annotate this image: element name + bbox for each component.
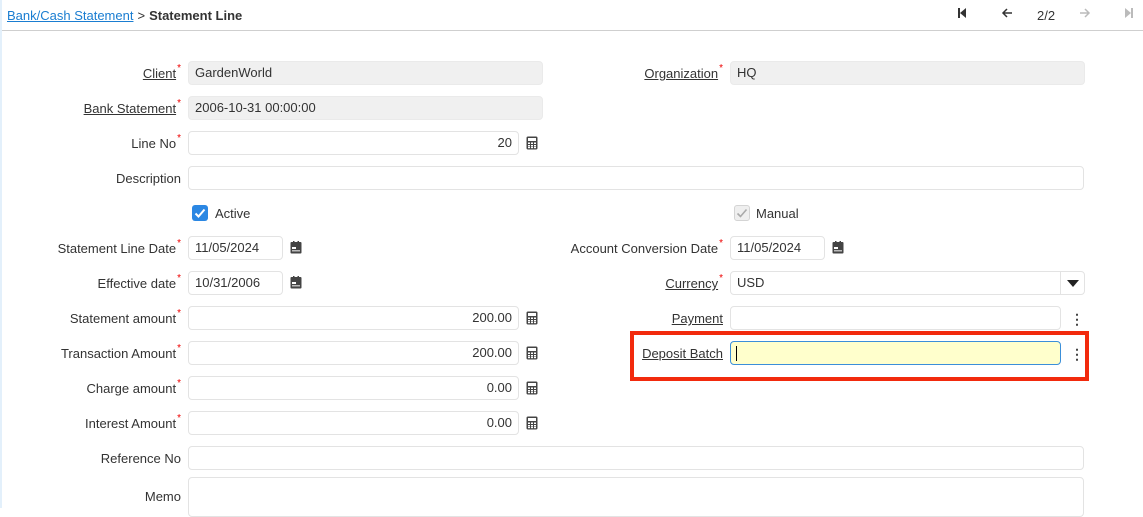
manual-label: Manual: [756, 206, 799, 221]
dropdown-button[interactable]: [1060, 272, 1084, 294]
organization-label[interactable]: Organization*: [644, 63, 723, 81]
reference-no-field[interactable]: [188, 446, 1084, 470]
breadcrumb-separator: >: [137, 8, 146, 23]
statement-line-date-label: Statement Line Date*: [57, 238, 181, 256]
manual-checkbox[interactable]: [734, 205, 750, 221]
account-conversion-date-field[interactable]: 11/05/2024: [730, 236, 825, 260]
active-checkbox[interactable]: [192, 205, 208, 221]
statement-amount-field[interactable]: 200.00: [188, 306, 519, 330]
previous-record-button[interactable]: [1001, 7, 1013, 22]
more-options-icon[interactable]: ⋮: [1070, 312, 1084, 326]
description-field[interactable]: [188, 166, 1084, 190]
calculator-icon[interactable]: [526, 346, 540, 362]
account-conversion-date-label: Account Conversion Date*: [570, 238, 723, 256]
client-label[interactable]: Client*: [143, 63, 181, 81]
checkmark-icon: [194, 208, 206, 218]
memo-textarea[interactable]: [188, 477, 1084, 517]
currency-select[interactable]: USD: [730, 271, 1085, 295]
checkmark-icon: [736, 208, 748, 218]
calendar-icon[interactable]: [832, 241, 846, 257]
interest-amount-label: Interest Amount*: [85, 413, 181, 431]
client-field[interactable]: GardenWorld: [188, 61, 543, 85]
previous-record-icon: [1001, 8, 1012, 18]
first-record-icon: [958, 8, 966, 18]
interest-amount-field[interactable]: 0.00: [188, 411, 519, 435]
active-label: Active: [215, 206, 251, 221]
effective-date-field[interactable]: 10/31/2006: [188, 271, 283, 295]
more-options-icon[interactable]: ⋮: [1070, 347, 1084, 361]
record-count: 2/2: [1037, 8, 1056, 23]
charge-amount-field[interactable]: 0.00: [188, 376, 519, 400]
transaction-amount-field[interactable]: 200.00: [188, 341, 519, 365]
deposit-batch-label[interactable]: Deposit Batch: [642, 346, 723, 361]
next-record-icon: [1080, 8, 1091, 18]
deposit-batch-field[interactable]: [730, 341, 1061, 365]
effective-date-label: Effective date*: [97, 273, 181, 291]
bank-statement-field[interactable]: 2006-10-31 00:00:00: [188, 96, 543, 120]
memo-label: Memo: [144, 489, 181, 504]
charge-amount-label: Charge amount*: [86, 378, 181, 396]
statement-line-date-field[interactable]: 11/05/2024: [188, 236, 283, 260]
currency-label[interactable]: Currency*: [665, 273, 723, 291]
breadcrumb-parent-link[interactable]: Bank/Cash Statement: [7, 8, 133, 23]
payment-label[interactable]: Payment: [672, 311, 723, 326]
top-bar: Bank/Cash Statement > Statement Line 2/2: [2, 0, 1143, 31]
breadcrumb: Bank/Cash Statement > Statement Line: [7, 8, 242, 23]
last-record-icon: [1125, 8, 1133, 18]
first-record-button[interactable]: [957, 7, 967, 22]
last-record-button[interactable]: [1124, 7, 1134, 22]
calculator-icon[interactable]: [526, 136, 540, 152]
statement-amount-label: Statement amount*: [69, 308, 181, 326]
line-no-label: Line No*: [131, 133, 181, 151]
calendar-icon[interactable]: [290, 276, 304, 292]
transaction-amount-label: Transaction Amount*: [60, 343, 181, 361]
bank-statement-label[interactable]: Bank Statement*: [84, 98, 181, 116]
calculator-icon[interactable]: [526, 311, 540, 327]
calculator-icon[interactable]: [526, 416, 540, 432]
next-record-button[interactable]: [1079, 7, 1091, 22]
line-no-field[interactable]: 20: [188, 131, 519, 155]
chevron-down-icon: [1066, 279, 1079, 287]
payment-field[interactable]: [730, 306, 1061, 330]
reference-no-label: Reference No: [100, 451, 181, 466]
description-label: Description: [115, 171, 181, 186]
text-cursor: [736, 346, 737, 362]
breadcrumb-current: Statement Line: [149, 8, 243, 23]
currency-value: USD: [737, 275, 765, 290]
organization-field[interactable]: HQ: [730, 61, 1085, 85]
calculator-icon[interactable]: [526, 381, 540, 397]
calendar-icon[interactable]: [290, 241, 304, 257]
